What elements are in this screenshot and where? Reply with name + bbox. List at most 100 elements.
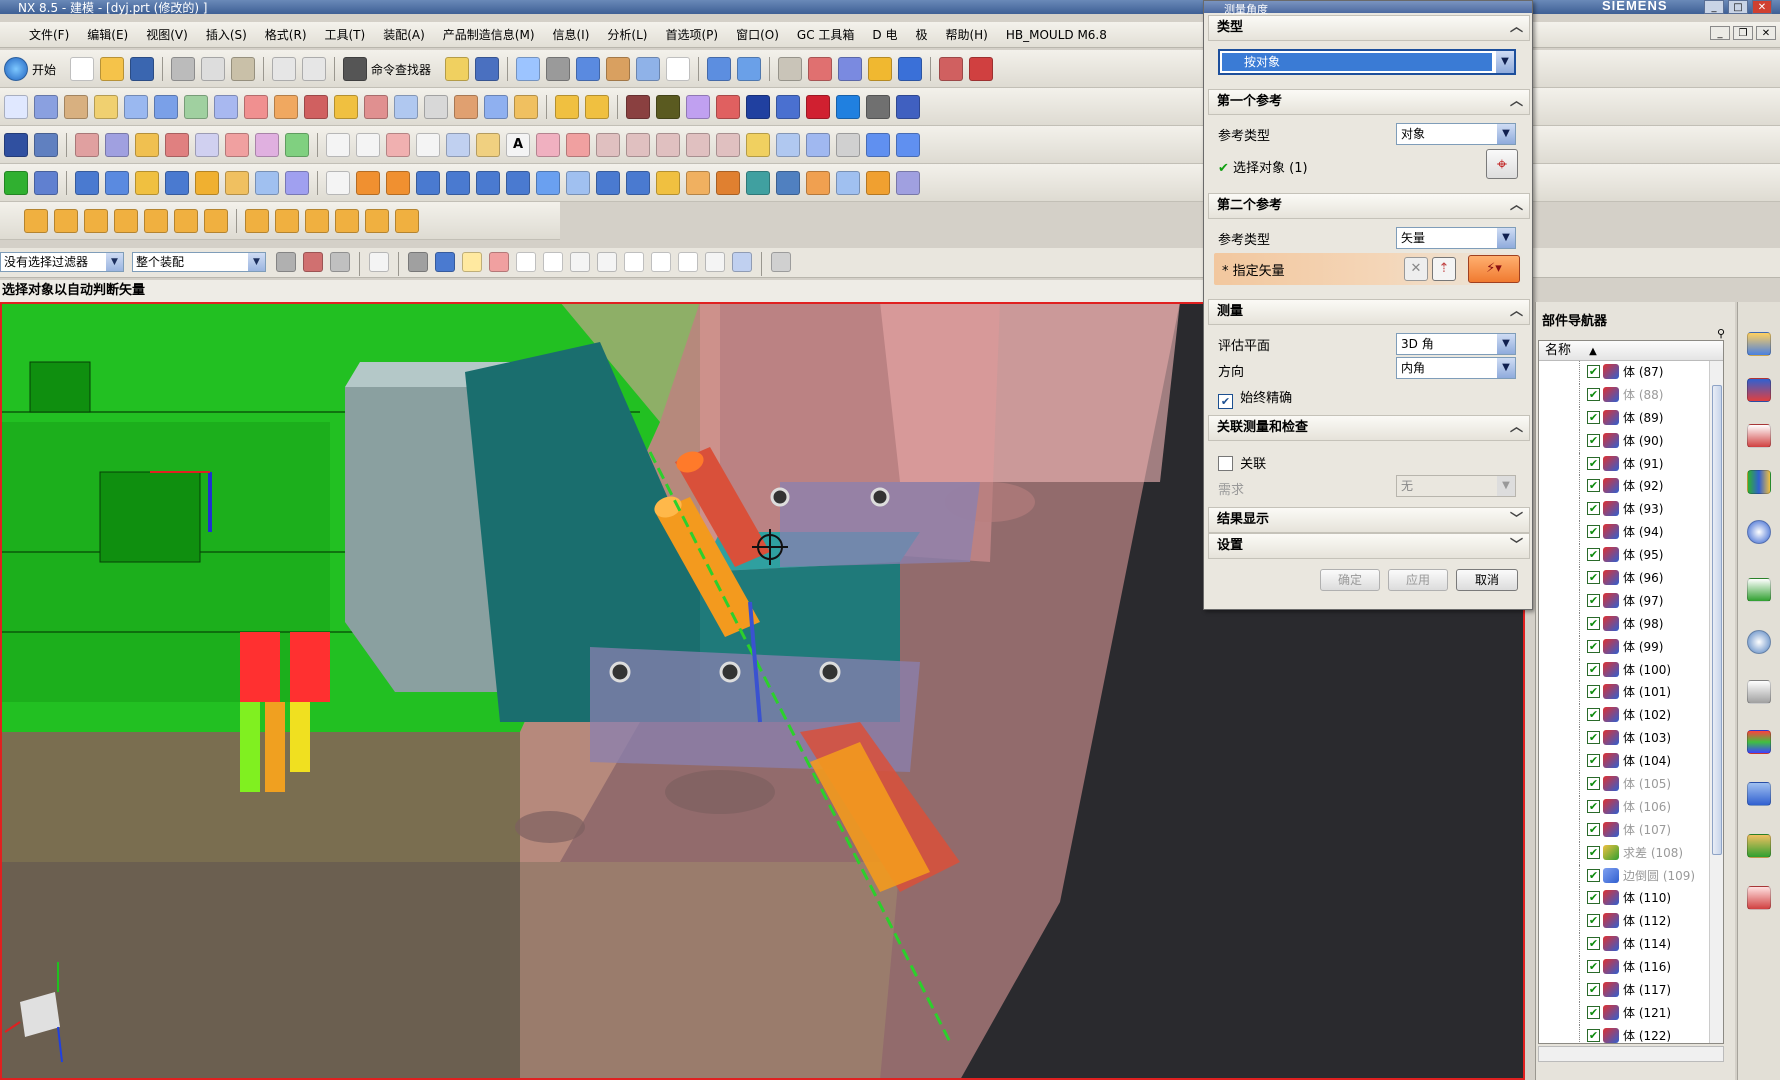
palette-icon[interactable] <box>1747 730 1771 754</box>
add-component-icon[interactable] <box>585 95 609 119</box>
explode-icon[interactable] <box>866 95 890 119</box>
part-navigator-icon[interactable] <box>1747 424 1771 448</box>
extract-curve-icon[interactable] <box>716 133 740 157</box>
tree-item[interactable]: ✔ 体 (92) <box>1539 475 1723 499</box>
section-results-display[interactable]: 结果显示 ﹀ <box>1208 507 1530 533</box>
background-icon[interactable] <box>666 57 691 81</box>
tree-item[interactable]: ✔ 体 (96) <box>1539 567 1723 590</box>
fit-view-icon[interactable] <box>516 57 541 81</box>
visibility-checkbox[interactable]: ✔ <box>1587 593 1600 607</box>
divide-curve-icon[interactable] <box>896 133 920 157</box>
tree-item[interactable]: ✔ 体 (100) <box>1539 658 1723 682</box>
hole-icon[interactable] <box>135 171 159 195</box>
tree-item[interactable]: ✔ 体 (112) <box>1539 910 1723 934</box>
tree-item[interactable]: ✔ 体 (90) <box>1539 429 1723 453</box>
block-outline-icon[interactable] <box>326 171 350 195</box>
part-icon[interactable] <box>4 133 28 157</box>
resize-blend-icon[interactable] <box>144 209 168 233</box>
wcs-icon[interactable] <box>737 57 762 81</box>
image-icon[interactable] <box>626 95 650 119</box>
checkmark-icon[interactable] <box>4 171 28 195</box>
visibility-checkbox[interactable]: ✔ <box>1587 960 1600 974</box>
through-curves-icon[interactable] <box>154 95 178 119</box>
visibility-checkbox[interactable]: ✔ <box>1587 799 1600 813</box>
tree-item[interactable]: ✔ 体 (117) <box>1539 979 1723 1002</box>
patch-body-icon[interactable] <box>896 171 920 195</box>
tree-item[interactable]: ✔ 体 (89) <box>1539 406 1723 430</box>
doc-restore-button[interactable]: ❐ <box>1733 26 1753 40</box>
cut-face-icon[interactable] <box>275 209 299 233</box>
crosshair-select-button[interactable]: ⌖ <box>1486 149 1518 179</box>
command-finder-button[interactable]: 命令查找器 <box>371 61 431 78</box>
visibility-checkbox[interactable]: ✔ <box>1587 754 1600 768</box>
text-icon[interactable] <box>776 95 800 119</box>
sew-icon[interactable] <box>364 95 388 119</box>
tree-item[interactable]: ✔ 体 (122) <box>1539 1024 1723 1043</box>
tree-item[interactable]: ✔ 体 (107) <box>1539 818 1723 842</box>
new-file-icon[interactable] <box>70 57 95 81</box>
studio-surface-icon[interactable] <box>184 95 208 119</box>
selection-scope-select[interactable]: 整个装配 ▼ <box>132 252 266 272</box>
visibility-checkbox[interactable]: ✔ <box>1587 731 1600 745</box>
quadrant-icon[interactable] <box>651 252 671 272</box>
visibility-checkbox[interactable]: ✔ <box>1587 548 1600 562</box>
clip-icon[interactable] <box>34 133 58 157</box>
web-browser-icon[interactable] <box>1747 578 1771 602</box>
visibility-checkbox[interactable]: ✔ <box>1587 822 1600 836</box>
system-materials-icon[interactable] <box>1747 680 1771 704</box>
visibility-checkbox[interactable]: ✔ <box>1587 571 1600 585</box>
text-tool-icon[interactable]: A <box>506 133 530 157</box>
eval-plane-select[interactable]: 3D 角 ▼ <box>1396 333 1516 355</box>
tree-item[interactable]: ✔ 体 (88) <box>1539 383 1723 407</box>
reorder-blend-icon[interactable] <box>174 209 198 233</box>
color-icon[interactable] <box>656 95 680 119</box>
fillet-curve-icon[interactable] <box>476 133 500 157</box>
cylinder-tool-icon[interactable] <box>866 133 890 157</box>
rect-select-icon[interactable] <box>369 252 389 272</box>
delete-face-icon[interactable] <box>204 209 228 233</box>
tree-item[interactable]: ✔ 体 (95) <box>1539 544 1723 567</box>
line-icon[interactable] <box>326 133 350 157</box>
trim-curve-icon[interactable] <box>806 133 830 157</box>
offset-icon[interactable] <box>274 95 298 119</box>
save-icon[interactable] <box>130 57 155 81</box>
tree-item[interactable]: ✔ 体 (110) <box>1539 887 1723 911</box>
wave-icon[interactable] <box>896 95 920 119</box>
subtract-icon[interactable] <box>386 171 410 195</box>
type-select[interactable]: 按对象 ▼ <box>1218 49 1516 75</box>
select-icon[interactable] <box>475 57 500 81</box>
ok-button[interactable]: 确定 <box>1320 569 1380 591</box>
type-filter-select[interactable]: 没有选择过滤器 ▼ <box>0 252 124 272</box>
rule-icon[interactable] <box>135 133 159 157</box>
offset-face-icon[interactable] <box>566 171 590 195</box>
section-view-icon[interactable] <box>707 57 732 81</box>
mirror-face-icon[interactable] <box>335 209 359 233</box>
section-settings[interactable]: 设置 ﹀ <box>1208 533 1530 559</box>
menu-analysis[interactable]: 分析(L) <box>598 26 656 43</box>
view-orient-icon[interactable] <box>636 57 661 81</box>
project-curve-icon[interactable] <box>626 133 650 157</box>
tree-item[interactable]: ✔ 体 (104) <box>1539 750 1723 773</box>
paste-face-icon[interactable] <box>305 209 329 233</box>
intersect-icon[interactable] <box>416 171 440 195</box>
select-body-icon[interactable] <box>34 171 58 195</box>
pad-icon[interactable] <box>195 171 219 195</box>
menu-window[interactable]: 窗口(O) <box>727 26 788 43</box>
visibility-checkbox[interactable]: ✔ <box>1587 502 1600 516</box>
constraint-navigator-icon[interactable] <box>1747 378 1771 402</box>
menu-file[interactable]: 文件(F) <box>20 26 78 43</box>
start-button[interactable]: 开始 <box>32 61 56 78</box>
minimize-button[interactable]: _ <box>1704 0 1724 14</box>
edge-blend-icon[interactable] <box>446 171 470 195</box>
bounded-plane-icon[interactable] <box>244 95 268 119</box>
existing-point-icon[interactable] <box>678 252 698 272</box>
paste-icon[interactable] <box>231 57 256 81</box>
section-second-reference[interactable]: 第二个参考 ︿ <box>1208 193 1530 219</box>
doc-close-button[interactable]: ✕ <box>1756 26 1776 40</box>
offset-curve-icon[interactable] <box>536 133 560 157</box>
redo-icon[interactable] <box>302 57 327 81</box>
tree-item[interactable]: ✔ 体 (105) <box>1539 773 1723 796</box>
menu-insert[interactable]: 插入(S) <box>197 26 256 43</box>
plane-icon[interactable] <box>225 133 249 157</box>
intersect-curve-icon[interactable] <box>656 133 680 157</box>
